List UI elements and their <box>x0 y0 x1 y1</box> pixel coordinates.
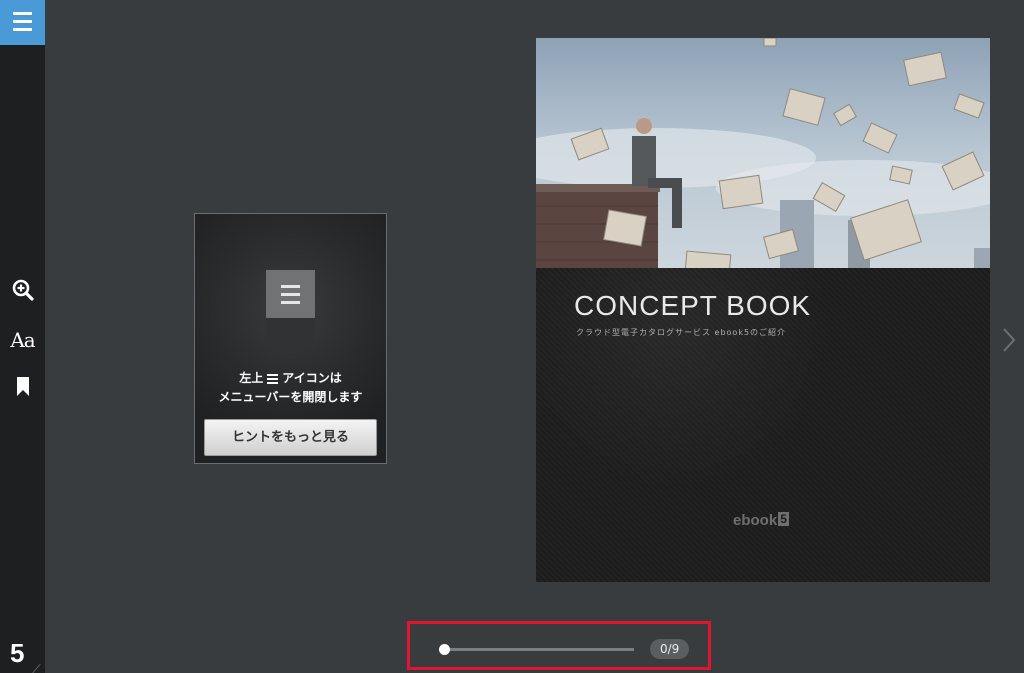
cover-lower: CONCEPT BOOK クラウド型電子カタログサービス ebook5のご紹介 … <box>536 268 990 582</box>
page-slider-track[interactable] <box>439 644 634 655</box>
zoom-in-icon <box>12 279 34 301</box>
zoom-button[interactable] <box>0 272 45 308</box>
chevron-right-icon <box>1003 328 1016 352</box>
page-counter: 0/9 <box>650 639 690 659</box>
hint-panel: 左上 アイコンは メニューバーを開閉します ヒントをもっと見る <box>194 213 387 464</box>
hint-line1-prefix: 左上 <box>239 371 264 385</box>
hint-message: 左上 アイコンは メニューバーを開閉します <box>195 369 386 407</box>
cover-logo-number: 5 <box>778 512 789 526</box>
bookmark-icon <box>16 376 29 396</box>
font-size-label: Aa <box>10 328 35 352</box>
hint-line1-suffix: アイコンは <box>282 371 342 385</box>
cover-logo: ebook 5 <box>733 512 789 529</box>
book-subtitle: クラウド型電子カタログサービス ebook5のご紹介 <box>576 328 787 337</box>
next-page-button[interactable] <box>1000 326 1018 354</box>
hamburger-icon <box>281 285 300 309</box>
font-size-button[interactable]: Aa <box>0 322 45 358</box>
menu-illustration <box>266 270 315 347</box>
toolbar: Aa 5 <box>0 0 49 673</box>
cover-logo-text: ebook <box>733 512 778 529</box>
book-page[interactable]: CONCEPT BOOK クラウド型電子カタログサービス ebook5のご紹介 … <box>536 38 990 582</box>
more-hints-button[interactable]: ヒントをもっと見る <box>204 419 377 456</box>
hint-line2: メニューバーを開閉します <box>218 390 363 404</box>
hamburger-icon <box>267 372 279 386</box>
hamburger-icon <box>13 12 32 31</box>
ebook5-logo: 5 <box>10 638 25 668</box>
page-slider-handle[interactable] <box>439 644 450 655</box>
resize-corner <box>32 664 49 673</box>
menu-button[interactable] <box>0 0 45 45</box>
page-slider-container: 0/9 <box>407 621 711 670</box>
cover-photo <box>536 38 990 268</box>
book-title: CONCEPT BOOK <box>574 290 812 321</box>
bookmark-button[interactable] <box>0 368 45 404</box>
